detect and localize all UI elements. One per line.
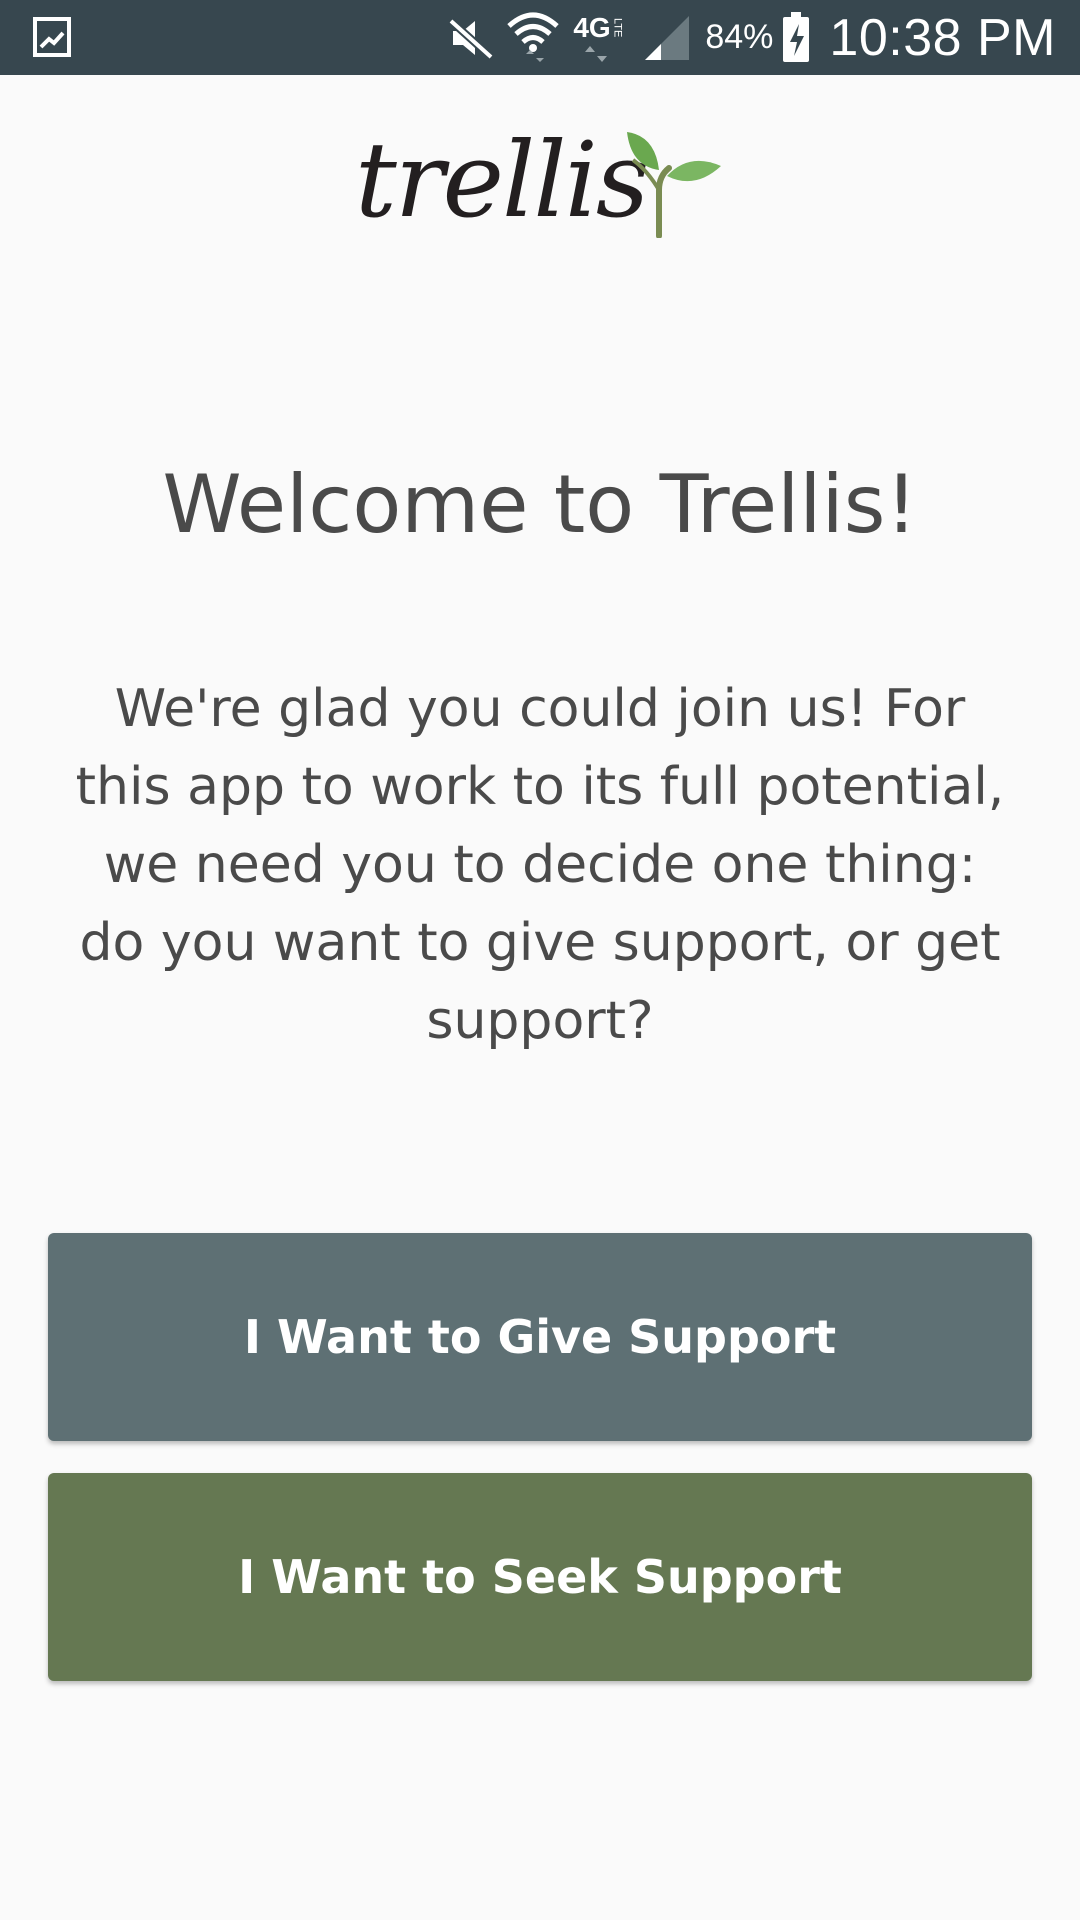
gallery-notification-icon bbox=[33, 17, 71, 57]
seek-support-button[interactable]: I Want to Seek Support bbox=[48, 1473, 1032, 1681]
status-bar: 4G LTE 84% 10:38 PM bbox=[0, 0, 1080, 75]
welcome-message: We're glad you could join us! For this a… bbox=[75, 679, 1005, 1051]
mute-icon bbox=[448, 17, 494, 59]
sprout-icon bbox=[627, 132, 721, 238]
4g-lte-icon: 4G LTE bbox=[573, 10, 629, 66]
battery-charging-icon bbox=[783, 11, 810, 62]
wifi-icon bbox=[507, 12, 560, 62]
status-icons: 4G LTE 84% 10:38 PM bbox=[433, 0, 1056, 75]
trellis-logo: trellis bbox=[355, 120, 725, 240]
clock: 10:38 PM bbox=[829, 8, 1056, 67]
give-support-button[interactable]: I Want to Give Support bbox=[48, 1233, 1032, 1441]
logo-wordmark: trellis bbox=[355, 119, 649, 241]
signal-icon bbox=[645, 15, 690, 60]
battery-percent: 84% bbox=[705, 18, 774, 56]
network-type-label: 4G bbox=[573, 11, 611, 43]
network-subtype-label: LTE bbox=[611, 17, 624, 37]
welcome-title: Welcome to Trellis! bbox=[162, 458, 918, 551]
